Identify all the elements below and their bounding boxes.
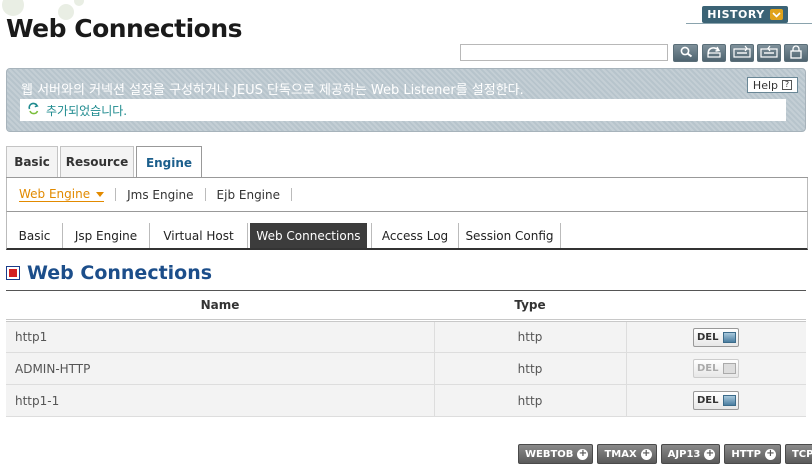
connection-type: http (434, 384, 627, 417)
search-input[interactable] (460, 44, 668, 61)
plus-icon: + (704, 447, 716, 460)
connection-name[interactable]: ADMIN-HTTP (6, 352, 435, 385)
trash-icon (722, 363, 736, 374)
add-webtob-label: WEBTOB (525, 448, 574, 460)
tab-access-log[interactable]: Access Log (371, 223, 459, 248)
web-engine-tabs: Basic Jsp Engine Virtual Host Web Connec… (6, 212, 808, 250)
column-header-name: Name (6, 290, 434, 322)
help-button[interactable]: Help ? (746, 77, 798, 93)
add-tcp-label: TCP (791, 448, 812, 460)
subnav-separator (115, 188, 117, 201)
xml-export-icon (733, 45, 751, 61)
delete-button[interactable]: DEL (693, 391, 740, 410)
engine-subnav: Web Engine Jms Engine Ejb Engine (6, 178, 808, 212)
xml-import-icon (760, 45, 778, 61)
table-row: http1-1 http DEL (6, 384, 806, 417)
help-icon: ? (782, 80, 792, 90)
refresh-icon (706, 46, 722, 61)
tab-jsp-engine[interactable]: Jsp Engine (63, 223, 150, 248)
tab-resource[interactable]: Resource (60, 146, 134, 177)
section-flag-icon (6, 266, 20, 280)
import-xml-button[interactable] (757, 44, 781, 62)
connection-type: http (434, 320, 627, 353)
add-tmax-button[interactable]: TMAX + (597, 444, 657, 464)
add-tcp-button[interactable]: TCP + (784, 444, 812, 464)
tab-session-config[interactable]: Session Config (459, 223, 561, 248)
history-button[interactable]: HISTORY (702, 6, 788, 23)
subnav-ejb-engine[interactable]: Ejb Engine (217, 188, 280, 202)
subnav-separator (291, 188, 293, 201)
add-connection-toolbar: WEBTOB + TMAX + AJP13 + HTTP + TCP + (518, 444, 812, 464)
status-message-bar: 추가되었습니다. (20, 99, 786, 121)
connections-table: Name Type http1 http DEL ADMIN-HTTP http… (6, 290, 806, 417)
add-http-button[interactable]: HTTP + (724, 444, 781, 464)
plus-icon: + (577, 447, 589, 460)
delete-cell: DEL (626, 384, 806, 417)
refresh-button[interactable] (702, 44, 726, 62)
delete-cell: DEL (626, 320, 806, 353)
add-http-label: HTTP (731, 448, 761, 460)
trash-icon (722, 331, 736, 343)
section-heading: Web Connections (6, 262, 212, 284)
history-label: HISTORY (707, 8, 765, 21)
delete-label: DEL (696, 363, 719, 374)
lock-button[interactable] (784, 44, 808, 62)
main-tabs: Basic Resource Engine (6, 146, 204, 178)
subnav-jms-engine[interactable]: Jms Engine (127, 188, 193, 202)
tab-web-connections[interactable]: Web Connections (250, 223, 367, 248)
search-button[interactable] (673, 44, 698, 62)
trash-icon (722, 395, 736, 406)
delete-cell: DEL (626, 352, 806, 385)
delete-label: DEL (696, 395, 719, 406)
lock-icon (789, 44, 803, 62)
delete-button[interactable]: DEL (693, 327, 740, 347)
info-panel: 웹 서버와의 커넥션 설정을 구성하거나 JEUS 단독으로 제공하는 Web … (6, 68, 806, 132)
help-label: Help (752, 78, 778, 92)
history-divider (686, 23, 812, 24)
chevron-down-icon (769, 9, 783, 20)
page-title: Web Connections (6, 14, 243, 43)
export-xml-button[interactable] (730, 44, 754, 62)
connection-name[interactable]: http1-1 (6, 384, 435, 417)
add-ajp13-button[interactable]: AJP13 + (660, 444, 721, 464)
add-webtob-button[interactable]: WEBTOB + (518, 444, 594, 464)
search-icon (679, 46, 693, 61)
plus-icon: + (640, 447, 652, 460)
subnav-separator (204, 188, 206, 201)
tab-basic[interactable]: Basic (6, 146, 58, 177)
delete-label: DEL (696, 331, 719, 343)
page-description: 웹 서버와의 커넥션 설정을 구성하거나 JEUS 단독으로 제공하는 Web … (21, 83, 524, 98)
table-row: ADMIN-HTTP http DEL (6, 352, 806, 385)
table-row: http1 http DEL (6, 320, 806, 353)
subnav-web-engine-label: Web Engine (19, 187, 91, 201)
column-header-actions (626, 290, 806, 322)
table-header-row: Name Type (6, 290, 806, 322)
delete-button-disabled: DEL (693, 359, 740, 378)
section-title: Web Connections (27, 262, 213, 284)
tab-virtual-host[interactable]: Virtual Host (150, 223, 248, 248)
tab-basic-settings[interactable]: Basic (7, 223, 63, 248)
connection-type: http (434, 352, 627, 385)
plus-icon: + (764, 447, 776, 460)
tab-engine[interactable]: Engine (136, 146, 202, 178)
column-header-type: Type (434, 290, 626, 322)
status-message: 추가되었습니다. (46, 103, 128, 118)
connection-name[interactable]: http1 (6, 320, 435, 353)
subnav-web-engine[interactable]: Web Engine (19, 187, 105, 202)
add-tmax-label: TMAX (604, 448, 637, 460)
dropdown-arrow-icon (96, 191, 105, 197)
add-ajp13-label: AJP13 (667, 448, 701, 460)
refresh-status-icon (27, 102, 40, 118)
